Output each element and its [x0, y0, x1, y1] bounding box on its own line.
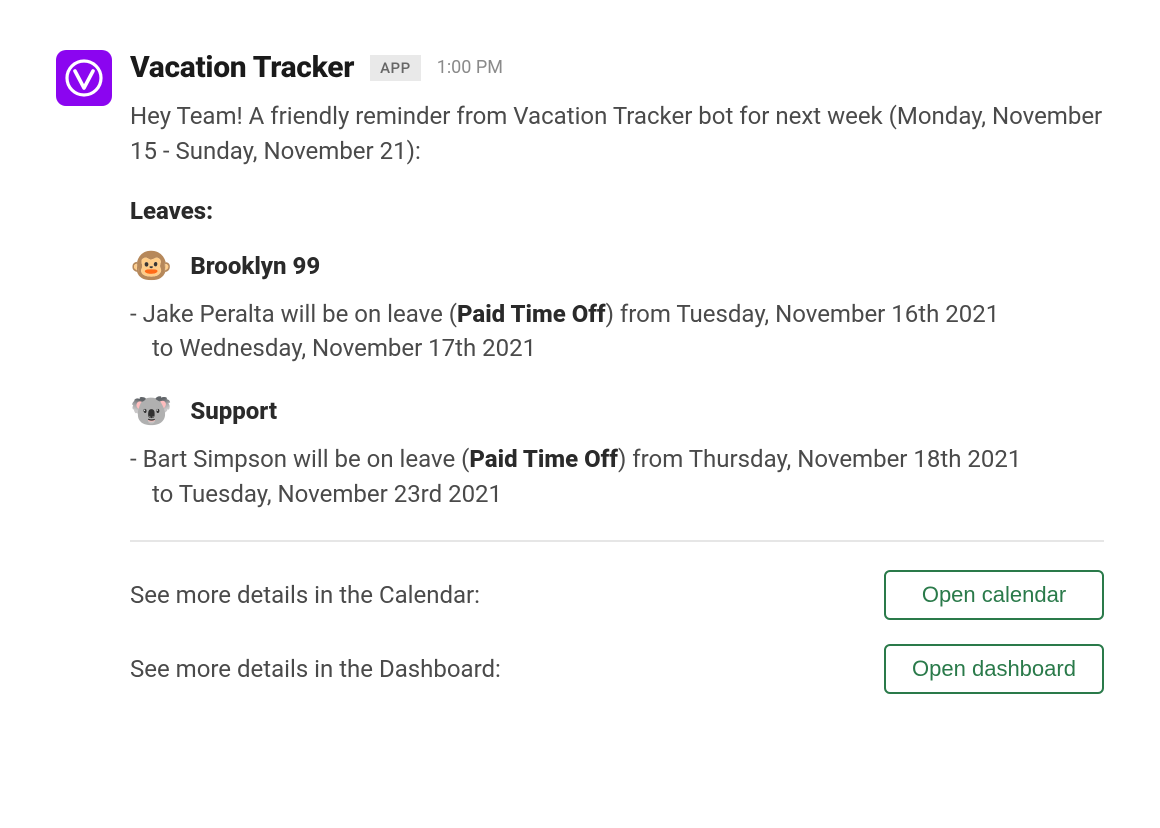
leave-text-mid: ) from Thursday, November 18th 2021: [618, 445, 1021, 473]
app-icon: [56, 50, 112, 106]
dashboard-action-label: See more details in the Dashboard:: [130, 655, 501, 683]
message-header: Vacation Tracker APP 1:00 PM: [130, 50, 1104, 85]
leave-text-cont: to Wednesday, November 17th 2021: [130, 331, 1104, 366]
vacation-tracker-logo-icon: [64, 58, 104, 98]
timestamp: 1:00 PM: [437, 57, 503, 78]
app-badge: APP: [370, 55, 421, 81]
calendar-action-label: See more details in the Calendar:: [130, 581, 480, 609]
team-header: 🐨 Support: [130, 394, 1104, 428]
leave-type: Paid Time Off: [457, 300, 606, 328]
app-name: Vacation Tracker: [130, 50, 354, 85]
message-content: Vacation Tracker APP 1:00 PM Hey Team! A…: [130, 50, 1104, 718]
leaves-section-title: Leaves:: [130, 197, 1104, 225]
message-container: Vacation Tracker APP 1:00 PM Hey Team! A…: [56, 50, 1104, 718]
dashboard-action-row: See more details in the Dashboard: Open …: [130, 644, 1104, 694]
leave-text-mid: ) from Tuesday, November 16th 2021: [606, 300, 1000, 328]
divider: [130, 540, 1104, 542]
leave-text-prefix: - Jake Peralta will be on leave (: [130, 300, 457, 328]
koala-icon: 🐨: [130, 394, 172, 428]
open-dashboard-button[interactable]: Open dashboard: [884, 644, 1104, 694]
leave-type: Paid Time Off: [469, 445, 618, 473]
intro-text: Hey Team! A friendly reminder from Vacat…: [130, 99, 1104, 169]
calendar-action-row: See more details in the Calendar: Open c…: [130, 570, 1104, 620]
leave-item: - Jake Peralta will be on leave (Paid Ti…: [130, 297, 1104, 367]
team-name: Support: [190, 397, 277, 425]
monkey-icon: 🐵: [130, 249, 172, 283]
open-calendar-button[interactable]: Open calendar: [884, 570, 1104, 620]
leave-text-prefix: - Bart Simpson will be on leave (: [130, 445, 469, 473]
leave-item: - Bart Simpson will be on leave (Paid Ti…: [130, 442, 1104, 512]
leave-text-cont: to Tuesday, November 23rd 2021: [130, 477, 1104, 512]
team-header: 🐵 Brooklyn 99: [130, 249, 1104, 283]
team-name: Brooklyn 99: [190, 252, 320, 280]
